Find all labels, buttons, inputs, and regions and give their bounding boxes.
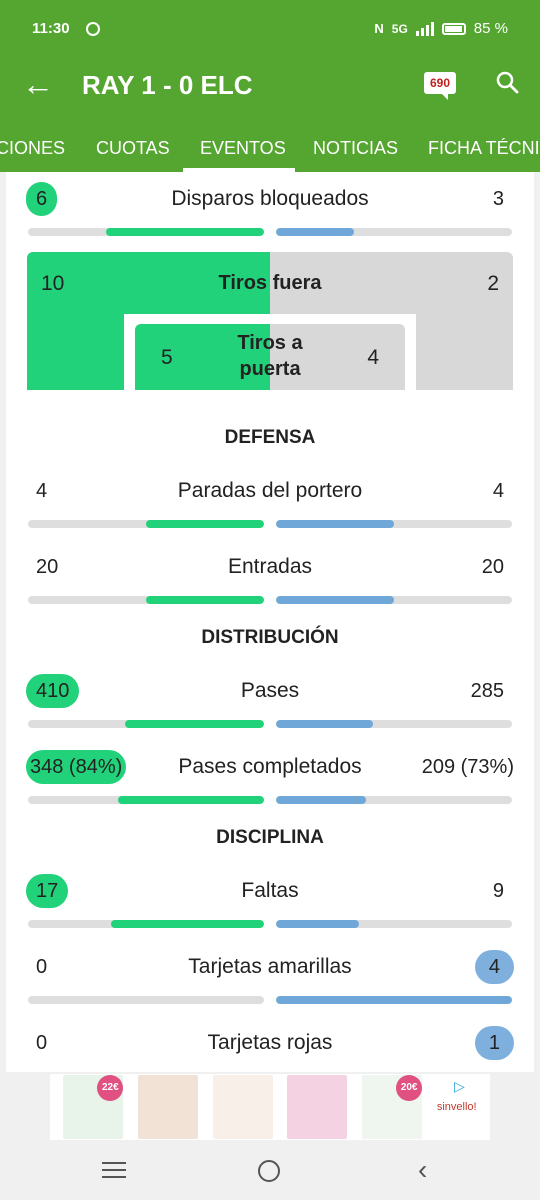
shots-comparison: 10 Tiros fuera 2 5 Tiros a puerta 4 <box>27 252 513 390</box>
whatsapp-icon <box>86 22 100 36</box>
shots-on-away: 4 <box>367 346 379 369</box>
stat-label: Faltas <box>241 879 299 902</box>
home-bar-fill <box>105 228 264 236</box>
shots-on-home: 5 <box>161 346 173 369</box>
away-bar-fill <box>276 920 359 928</box>
stat-label: Disparos bloqueados <box>171 187 369 210</box>
stat-row-yellow-cards: 0 Tarjetas amarillas 4 <box>6 950 534 1010</box>
stat-label: Tarjetas amarillas <box>188 955 352 978</box>
stat-row-fouls: 17 Faltas 9 <box>6 874 534 934</box>
away-bar-fill <box>276 228 354 236</box>
signal-icon <box>415 21 434 36</box>
ad-model-image <box>212 1075 273 1139</box>
system-nav-bar: ‹ <box>0 1140 540 1200</box>
away-bar <box>276 796 512 804</box>
stat-label: Paradas del portero <box>177 479 363 502</box>
section-title-distribution: DISTRIBUCIÓN <box>201 627 339 648</box>
stat-row-passes: 410 Pases 285 <box>6 674 534 734</box>
stat-row-red-cards: 0 Tarjetas rojas 1 <box>6 1026 534 1072</box>
stat-row-saves: 4 Paradas del portero 4 <box>6 474 534 534</box>
ad-product-image: 20€ <box>362 1075 423 1139</box>
away-value: 4 <box>492 480 504 502</box>
network-label: 5G <box>391 21 408 36</box>
away-value: 9 <box>492 880 504 902</box>
section-title-defense: DEFENSA <box>224 427 316 448</box>
home-bar-fill <box>146 520 264 528</box>
shots-off-label: Tiros fuera <box>218 272 322 294</box>
match-title: RAY 1 - 0 ELC <box>82 70 253 100</box>
home-icon[interactable] <box>258 1160 280 1182</box>
stat-label: Entradas <box>227 555 313 578</box>
tab-ficha-tecnica[interactable]: FICHA TÉCNIC <box>428 138 540 159</box>
stat-label: Pases <box>240 679 300 702</box>
away-bar <box>276 228 512 236</box>
stats-card: 6 Disparos bloqueados 3 10 Tiros fuera 2… <box>6 172 534 1072</box>
tab-noticias[interactable]: NOTICIAS <box>313 138 398 159</box>
away-bar <box>276 996 512 1004</box>
home-bar-fill <box>146 596 264 604</box>
home-bar-fill <box>110 920 264 928</box>
shots-on-target: 5 Tiros a puerta 4 <box>135 324 405 390</box>
away-value: 4 <box>474 950 514 984</box>
ad-price-badge: 20€ <box>396 1075 423 1101</box>
home-bar-fill <box>117 796 264 804</box>
tab-cuotas[interactable]: CUOTAS <box>96 138 170 159</box>
home-bar <box>28 720 264 728</box>
away-value: 1 <box>474 1026 514 1060</box>
home-bar-fill <box>124 720 264 728</box>
shots-off-away: 2 <box>487 272 499 295</box>
home-bar <box>28 520 264 528</box>
section-title-discipline: DISCIPLINA <box>216 827 324 848</box>
stat-label: Tarjetas rojas <box>207 1031 333 1054</box>
comments-icon[interactable]: 690 <box>424 72 456 100</box>
stat-row-completed-passes: 348 (84%) Pases completados 209 (73%) <box>6 750 534 810</box>
away-bar <box>276 596 512 604</box>
away-bar <box>276 520 512 528</box>
ad-info-icon[interactable]: ▷ <box>454 1078 468 1094</box>
away-bar <box>276 720 512 728</box>
ad-brand: sinvello! <box>436 1101 477 1113</box>
app-bar: ← RAY 1 - 0 ELC 690 <box>0 60 540 112</box>
tab-bar: CIONES CUOTAS EVENTOS NOTICIAS FICHA TÉC… <box>0 112 540 172</box>
tab-eventos[interactable]: EVENTOS <box>200 138 286 159</box>
shots-on-label-2: puerta <box>239 358 301 380</box>
ad-price-badge: 22€ <box>97 1075 124 1101</box>
home-bar <box>28 228 264 236</box>
tab-clasificaciones[interactable]: CIONES <box>0 138 65 159</box>
status-time: 11:30 <box>32 20 70 37</box>
back-arrow-icon[interactable]: ← <box>22 68 54 100</box>
back-icon[interactable]: ‹ <box>418 1156 427 1184</box>
ad-product-image: 22€ <box>63 1075 124 1139</box>
home-bar <box>28 796 264 804</box>
away-value: 20 <box>481 556 504 578</box>
away-bar <box>276 920 512 928</box>
shots-on-label-1: Tiros a <box>237 332 303 354</box>
stat-row-blocked-shots: 6 Disparos bloqueados 3 <box>6 182 534 242</box>
battery-icon <box>441 22 466 35</box>
stat-row-tackles: 20 Entradas 20 <box>6 550 534 610</box>
home-bar <box>28 996 264 1004</box>
away-bar-fill <box>276 720 373 728</box>
home-bar <box>28 596 264 604</box>
battery-level: 85 % <box>473 20 508 37</box>
ad-model-image <box>287 1075 348 1139</box>
away-value: 209 (73%) <box>421 756 514 778</box>
home-bar <box>28 920 264 928</box>
away-bar-fill <box>276 596 394 604</box>
status-icons: N 5G 85 % <box>374 20 508 37</box>
away-bar-fill <box>276 996 512 1004</box>
away-bar-fill <box>276 796 366 804</box>
search-icon[interactable] <box>495 70 519 94</box>
recent-apps-icon[interactable] <box>102 1162 126 1183</box>
away-bar-fill <box>276 520 394 528</box>
status-bar: 11:30 N 5G 85 % <box>0 0 540 60</box>
away-value: 285 <box>470 680 504 702</box>
nfc-icon: N <box>374 21 384 36</box>
ad-banner[interactable]: 22€ 20€ sinvello! ▷ <box>50 1074 490 1140</box>
ad-model-image <box>138 1075 199 1139</box>
away-value: 3 <box>492 188 504 210</box>
